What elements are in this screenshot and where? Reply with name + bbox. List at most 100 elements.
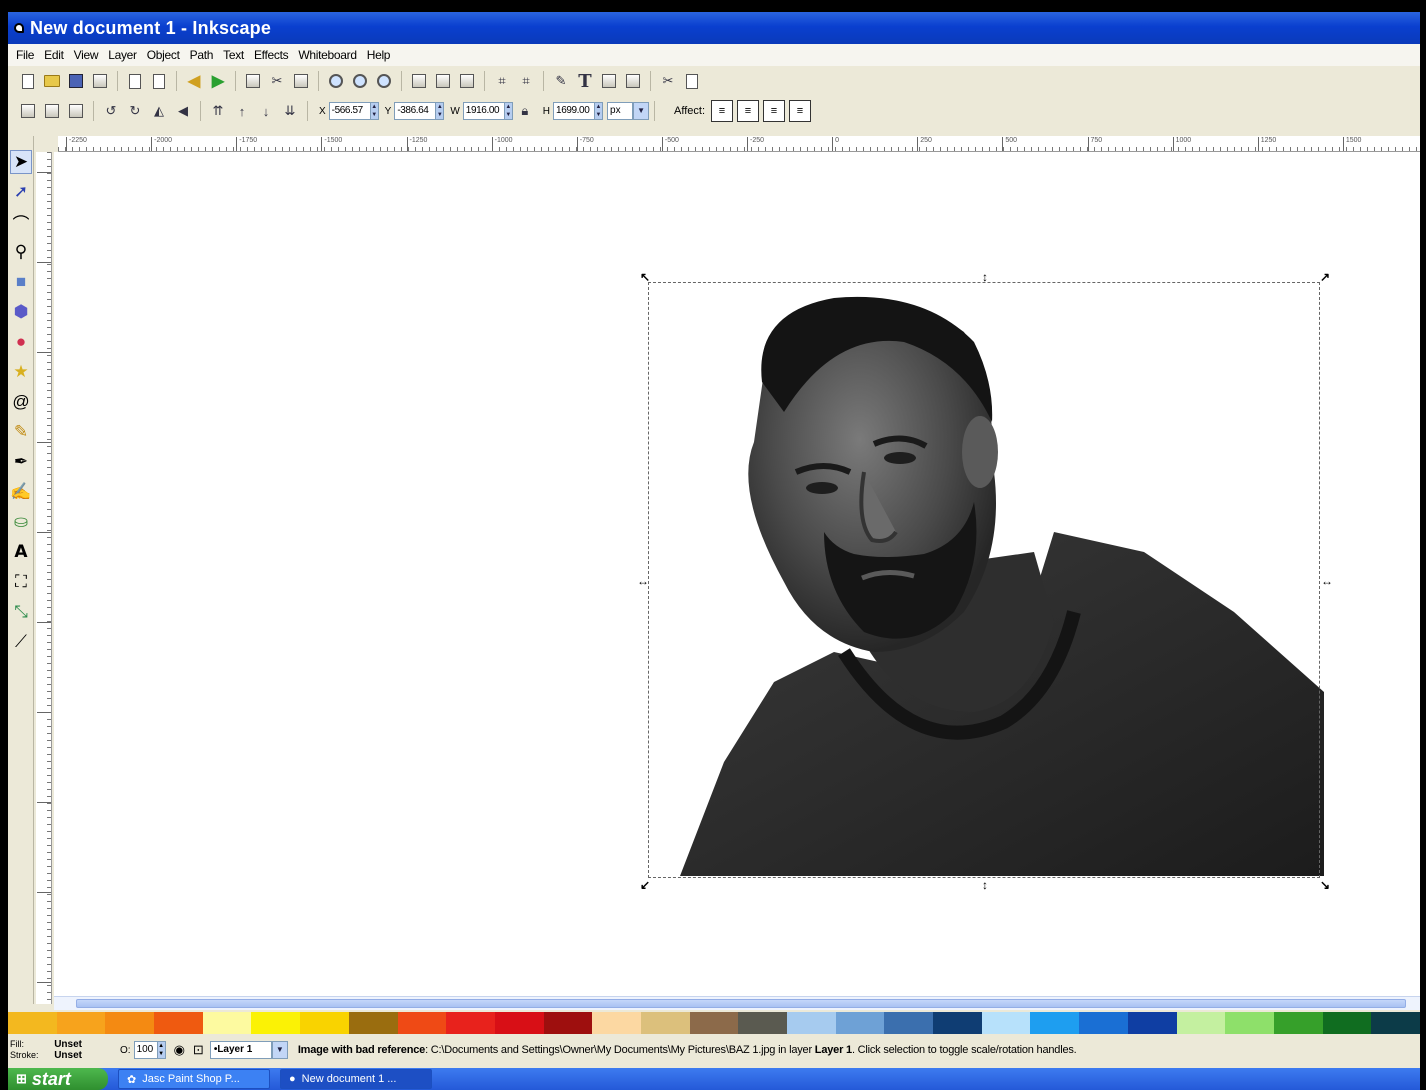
menu-file[interactable]: File bbox=[12, 48, 40, 62]
clone-button[interactable] bbox=[432, 70, 454, 92]
undo-button[interactable]: ◀ bbox=[183, 70, 205, 92]
rectangle-tool-button[interactable]: ■ bbox=[10, 270, 32, 294]
layer-select[interactable]: •Layer 1 ▼ bbox=[209, 1041, 288, 1059]
xml-editor-button[interactable] bbox=[598, 70, 620, 92]
selection-bounding-box[interactable]: ↖ ↕ ↗ ↔ ↔ ↙ ↕ ↘ bbox=[637, 271, 1333, 891]
text-tool-button[interactable]: A bbox=[10, 540, 32, 564]
palette-swatch[interactable] bbox=[640, 1012, 690, 1034]
palette-swatch[interactable] bbox=[1176, 1012, 1226, 1034]
affect-gradients-button[interactable]: ≡ bbox=[763, 100, 786, 122]
y-input[interactable]: -386.64 bbox=[394, 102, 437, 120]
palette-swatch[interactable] bbox=[1030, 1012, 1080, 1034]
select-all-button[interactable] bbox=[17, 100, 39, 122]
scale-handle-top[interactable]: ↕ bbox=[979, 271, 991, 283]
raise-button[interactable]: ↑ bbox=[231, 100, 253, 122]
current-layer[interactable]: •Layer 1 bbox=[209, 1041, 272, 1059]
align-distribute-button[interactable] bbox=[622, 70, 644, 92]
flip-vertical-button[interactable]: ◀ bbox=[172, 100, 194, 122]
y-spin-arrows[interactable]: ▲ ▼ bbox=[436, 102, 445, 120]
pen-tool-button[interactable]: ✒ bbox=[10, 450, 32, 474]
menu-view[interactable]: View bbox=[70, 48, 105, 62]
scale-handle-bottom[interactable]: ↕ bbox=[979, 879, 991, 891]
menu-text[interactable]: Text bbox=[219, 48, 250, 62]
affect-stroke-width-button[interactable]: ≡ bbox=[711, 100, 734, 122]
spray-tool-button[interactable]: ⛶ bbox=[10, 570, 32, 594]
palette-swatch[interactable] bbox=[884, 1012, 934, 1034]
tweak-tool-button[interactable]: ⌒ bbox=[10, 210, 32, 234]
palette-swatch[interactable] bbox=[1371, 1012, 1420, 1034]
copy-button[interactable] bbox=[242, 70, 264, 92]
selector-tool-button[interactable]: ➤ bbox=[10, 150, 32, 174]
h-input[interactable]: 1699.00 bbox=[553, 102, 596, 120]
group-button[interactable]: ⌗ bbox=[491, 70, 513, 92]
palette-swatch[interactable] bbox=[8, 1012, 57, 1034]
opacity-input[interactable]: 100 bbox=[133, 1041, 158, 1059]
x-spin-arrows[interactable]: ▲ ▼ bbox=[370, 102, 379, 120]
palette-swatch[interactable] bbox=[738, 1012, 787, 1034]
palette-swatch[interactable] bbox=[835, 1012, 885, 1034]
pencil-tool-button[interactable]: ✎ bbox=[10, 420, 32, 444]
palette-swatch[interactable] bbox=[1322, 1012, 1372, 1034]
preferences-button[interactable]: ✂ bbox=[657, 70, 679, 92]
menu-object[interactable]: Object bbox=[143, 48, 186, 62]
start-button[interactable]: ⊞ start bbox=[8, 1068, 108, 1090]
redo-button[interactable]: ▶ bbox=[207, 70, 229, 92]
3d-box-tool-button[interactable]: ⬢ bbox=[10, 300, 32, 324]
chevron-down-icon[interactable]: ▼ bbox=[271, 1041, 288, 1059]
unit-select[interactable]: px ▼ bbox=[607, 102, 650, 120]
unit-value[interactable]: px bbox=[607, 102, 634, 120]
ellipse-tool-button[interactable]: ● bbox=[10, 330, 32, 354]
calligraphy-tool-button[interactable]: ✍ bbox=[10, 480, 32, 504]
lock-proportions-button[interactable]: 🔒︎ bbox=[514, 100, 536, 122]
dropper-tool-button[interactable]: ⟋ bbox=[10, 630, 32, 654]
palette-swatch[interactable] bbox=[543, 1012, 593, 1034]
import-button[interactable] bbox=[124, 70, 146, 92]
palette-swatch[interactable] bbox=[56, 1012, 106, 1034]
palette-swatch[interactable] bbox=[689, 1012, 739, 1034]
menu-effects[interactable]: Effects bbox=[250, 48, 294, 62]
eye-icon[interactable]: ◉ bbox=[174, 1042, 185, 1058]
palette-swatch[interactable] bbox=[1127, 1012, 1177, 1034]
document-properties-button[interactable] bbox=[681, 70, 703, 92]
zoom-page-button[interactable] bbox=[373, 70, 395, 92]
zoom-selection-button[interactable] bbox=[325, 70, 347, 92]
taskbar-item-inkscape[interactable]: ● New document 1 ... bbox=[280, 1069, 432, 1089]
rotate-ccw-button[interactable]: ↺ bbox=[100, 100, 122, 122]
new-document-button[interactable] bbox=[17, 70, 39, 92]
palette-swatch[interactable] bbox=[202, 1012, 252, 1034]
h-spin-arrows[interactable]: ▲ ▼ bbox=[595, 102, 604, 120]
palette-swatch[interactable] bbox=[154, 1012, 203, 1034]
scale-handle-left[interactable]: ↔ bbox=[637, 575, 649, 587]
scale-handle-top-right[interactable]: ↗ bbox=[1319, 271, 1331, 283]
scale-handle-top-left[interactable]: ↖ bbox=[639, 271, 651, 283]
lower-button[interactable]: ↓ bbox=[255, 100, 277, 122]
chevron-down-icon[interactable]: ▼ bbox=[633, 102, 650, 120]
lock-icon[interactable]: ⊡ bbox=[193, 1042, 204, 1058]
connector-tool-button[interactable]: ⤡ bbox=[10, 600, 32, 624]
open-button[interactable] bbox=[41, 70, 63, 92]
palette-swatch[interactable] bbox=[397, 1012, 447, 1034]
unlink-clone-button[interactable] bbox=[456, 70, 478, 92]
rotate-cw-button[interactable]: ↻ bbox=[124, 100, 146, 122]
w-spin-arrows[interactable]: ▲ ▼ bbox=[504, 102, 513, 120]
menu-help[interactable]: Help bbox=[363, 48, 396, 62]
palette-swatch[interactable] bbox=[592, 1012, 641, 1034]
palette-swatch[interactable] bbox=[981, 1012, 1031, 1034]
zoom-tool-button[interactable]: ⚲ bbox=[10, 240, 32, 264]
affect-rounded-corners-button[interactable]: ≡ bbox=[737, 100, 760, 122]
palette-swatch[interactable] bbox=[1225, 1012, 1274, 1034]
paste-button[interactable] bbox=[290, 70, 312, 92]
palette-swatch[interactable] bbox=[933, 1012, 982, 1034]
palette-swatch[interactable] bbox=[1273, 1012, 1323, 1034]
fill-stroke-indicator[interactable]: Unset Unset bbox=[38, 1039, 92, 1061]
x-input[interactable]: -566.57 bbox=[328, 102, 371, 120]
palette-swatch[interactable] bbox=[348, 1012, 398, 1034]
star-tool-button[interactable]: ★ bbox=[10, 360, 32, 384]
fill-value[interactable]: Unset bbox=[38, 1039, 82, 1050]
scale-handle-right[interactable]: ↔ bbox=[1321, 575, 1333, 587]
spiral-tool-button[interactable]: @ bbox=[10, 390, 32, 414]
taskbar-item-paintshop[interactable]: ✿ Jasc Paint Shop P... bbox=[118, 1069, 270, 1089]
print-button[interactable] bbox=[89, 70, 111, 92]
w-spinbox[interactable]: 1916.00 ▲ ▼ bbox=[462, 102, 513, 120]
palette-swatch[interactable] bbox=[300, 1012, 349, 1034]
